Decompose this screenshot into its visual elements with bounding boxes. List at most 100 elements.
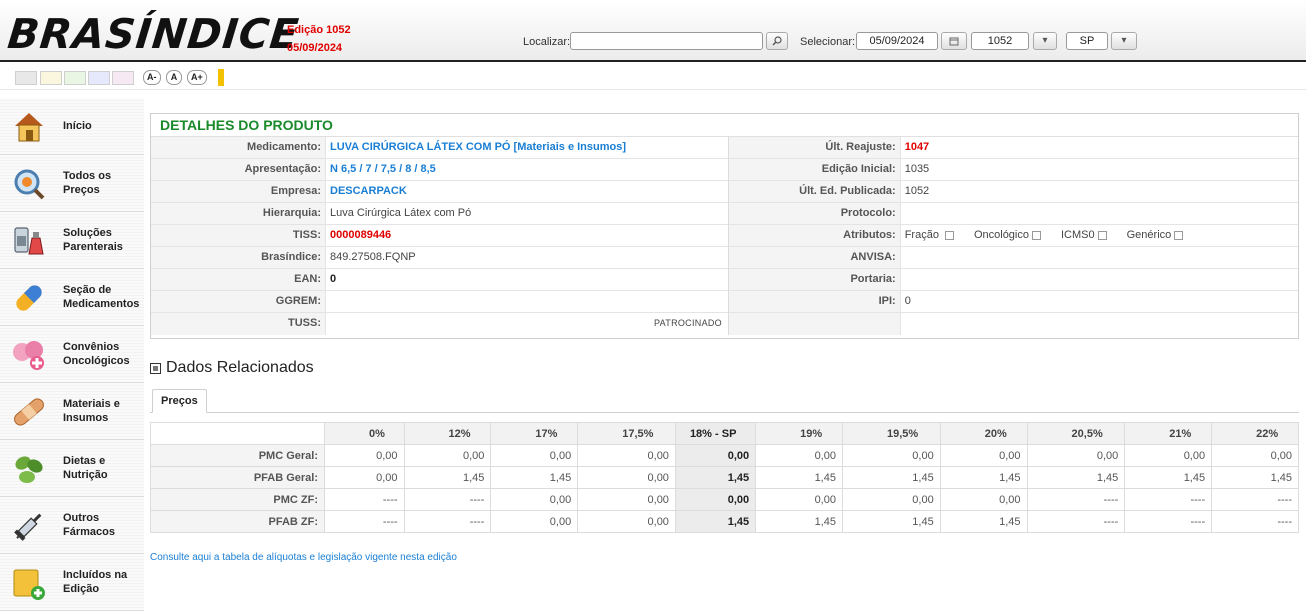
price-cell: ---- [1211, 510, 1299, 533]
product-details-panel: DETALHES DO PRODUTO Medicamento: LUVA CI… [150, 113, 1299, 339]
attr-icms0: ICMS0 [1061, 225, 1107, 246]
column-header: 20% [939, 422, 1028, 445]
price-cell: 1,45 [1211, 466, 1299, 489]
chevron-down-icon: ▾ [1042, 35, 1048, 46]
price-cell: 0,00 [490, 488, 579, 511]
theme-swatch-gray[interactable] [15, 71, 37, 85]
theme-swatch-yellow[interactable] [40, 71, 62, 85]
detail-label [729, 313, 900, 335]
sidebar-item-convenios-oncologicos[interactable]: Convênios Oncológicos [0, 326, 144, 383]
font-normal-button[interactable]: A [166, 70, 182, 85]
table-row: PMC Geral: 0,00 0,00 0,00 0,00 0,00 0,00… [150, 444, 1299, 467]
attr-label: Oncológico [973, 229, 1029, 241]
detail-row-atributos: Atributos: Fração Oncológico ICMS0 Genér… [729, 225, 1298, 247]
column-header: 17% [490, 422, 579, 445]
column-header-selected: 18% - SP [674, 422, 757, 445]
price-cell: 0,00 [577, 510, 676, 533]
sidebar-item-label: Dietas e Nutrição [63, 455, 108, 481]
price-cell: ---- [403, 510, 492, 533]
fracao-checkbox[interactable] [944, 230, 954, 240]
details-right-column: Últ. Reajuste: 1047 Edição Inicial: 1035… [728, 137, 1298, 335]
detail-label: TISS: [151, 225, 325, 246]
generico-checkbox[interactable] [1174, 230, 1184, 240]
price-cell: ---- [1124, 510, 1213, 533]
edition-dropdown-button[interactable]: ▾ [1033, 32, 1057, 50]
aliquotas-link[interactable]: Consulte aqui a tabela de alíquotas e le… [150, 552, 457, 563]
syringe-icon [14, 513, 42, 541]
sidebar-item-solucoes-parenterais[interactable]: Soluções Parenterais [0, 212, 144, 269]
detail-row-ult-ed-publicada: Últ. Ed. Publicada: 1052 [729, 181, 1298, 203]
search-input[interactable] [570, 32, 763, 50]
detail-label: Últ. Ed. Publicada: [729, 181, 900, 202]
price-cell: 1,45 [403, 466, 492, 489]
theme-swatch-blue[interactable] [88, 71, 110, 85]
sidebar-item-todos-os-precos[interactable]: Todos os Preços [0, 155, 144, 212]
price-cell: 1,45 [939, 466, 1028, 489]
brasindice-logo[interactable]: BRASÍNDICE [5, 10, 301, 58]
column-header: 19,5% [841, 422, 941, 445]
tab-precos[interactable]: Preços [152, 389, 207, 413]
column-header: 19% [755, 422, 843, 445]
detail-label: Medicamento: [151, 137, 325, 158]
price-cell: 1,45 [939, 510, 1028, 533]
sidebar-item-label: Convênios Oncológicos [63, 341, 130, 367]
edition-info: Edição 1052 05/09/2024 [287, 21, 351, 57]
detail-label: IPI: [729, 291, 900, 312]
oncologico-checkbox[interactable] [1032, 230, 1041, 240]
price-cell-selected: 0,00 [674, 444, 757, 467]
price-cell: 1,45 [1124, 466, 1213, 489]
price-cell: 0,00 [577, 466, 676, 489]
detail-row-apresentacao: Apresentação: N 6,5 / 7 / 7,5 / 8 / 8,5 [151, 159, 728, 181]
icms0-checkbox[interactable] [1097, 230, 1107, 240]
sidebar-item-incluidos-na-edicao[interactable]: Incluídos na Edição [0, 554, 144, 611]
sidebar-item-inicio[interactable]: Início [0, 98, 144, 155]
column-header: 12% [403, 422, 492, 445]
search-button[interactable] [766, 32, 788, 50]
price-cell: ---- [1026, 510, 1126, 533]
sponsored-label: PATROCINADO [654, 318, 722, 328]
detail-row-empresa: Empresa: DESCARPACK [151, 181, 728, 203]
related-data-toggle[interactable]: Dados Relacionados [150, 359, 314, 377]
sidebar-item-label: Todos os Preços [63, 170, 112, 196]
price-cell: 0,00 [755, 488, 843, 511]
sidebar-item-secao-de-medicamentos[interactable]: Seção de Medicamentos [0, 269, 144, 326]
detail-label: Edição Inicial: [729, 159, 900, 180]
sidebar-item-materiais-e-insumos[interactable]: Materiais e Insumos [0, 383, 144, 440]
price-cell: 0,00 [939, 444, 1028, 467]
calendar-icon [949, 37, 959, 46]
date-field[interactable]: 05/09/2024 [856, 32, 938, 50]
state-dropdown-button[interactable]: ▾ [1111, 32, 1137, 50]
calendar-button[interactable] [941, 32, 967, 50]
search-label: Localizar: [523, 36, 571, 48]
sidebar-item-outros-farmacos[interactable]: Outros Fármacos [0, 497, 144, 554]
font-increase-button[interactable]: A+ [187, 70, 207, 85]
attr-label: Fração [904, 229, 939, 241]
empty-value [899, 313, 1298, 335]
tiss-value: 0000089446 [325, 225, 728, 246]
price-cell: 0,00 [841, 444, 941, 467]
edition-field[interactable]: 1052 [971, 32, 1029, 50]
detail-row-empty [729, 313, 1298, 335]
font-decrease-button[interactable]: A- [143, 70, 161, 85]
sidebar-item-dietas-e-nutricao[interactable]: Dietas e Nutrição [0, 440, 144, 497]
state-field[interactable]: SP [1066, 32, 1108, 50]
theme-swatch-pink[interactable] [112, 71, 134, 85]
price-cell: ---- [1124, 488, 1213, 511]
hierarquia-value: Luva Cirúrgica Látex com Pó [325, 203, 728, 224]
detail-label: Últ. Reajuste: [729, 137, 900, 158]
search-icon [772, 36, 782, 46]
price-cell: 0,00 [1026, 444, 1126, 467]
edicao-inicial-value: 1035 [899, 159, 1298, 180]
table-row: PFAB ZF: ---- ---- 0,00 0,00 1,45 1,45 1… [150, 510, 1299, 533]
price-cell: 0,00 [755, 444, 843, 467]
price-cell: ---- [324, 510, 405, 533]
sidebar-item-label: Outros Fármacos [63, 512, 115, 538]
detail-label: EAN: [151, 269, 325, 290]
select-label: Selecionar: [800, 36, 856, 48]
theme-swatch-green[interactable] [64, 71, 86, 85]
sidebar-item-label: Seção de Medicamentos [63, 284, 140, 310]
detail-label: Apresentação: [151, 159, 325, 180]
bandage-icon [14, 398, 44, 426]
price-cell-selected: 0,00 [674, 488, 757, 511]
price-cell: 0,00 [490, 510, 579, 533]
